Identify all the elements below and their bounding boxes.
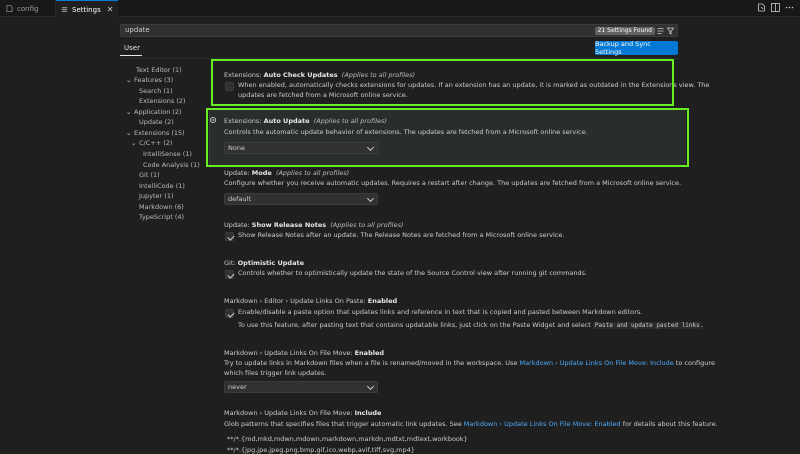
settings-found-badge: 21 Settings Found	[594, 27, 655, 35]
tab-user[interactable]: User	[124, 44, 140, 52]
toc-item-extensions[interactable]: Extensions (2)	[139, 97, 186, 105]
split-editor-icon[interactable]	[771, 3, 780, 12]
chevron-down-icon: ⌄	[131, 139, 137, 147]
release-notes-desc: Show Release Notes after an update. The …	[238, 231, 565, 239]
toc-item-update[interactable]: Update (2)	[139, 118, 174, 126]
close-icon[interactable]: ✕	[107, 5, 114, 14]
tab-bar: config Settings ✕	[0, 0, 800, 18]
chevron-down-icon	[366, 382, 375, 391]
chevron-down-icon: ⌄	[126, 108, 132, 116]
toc-item-jupyter[interactable]: Jupyter (1)	[139, 192, 174, 200]
file-icon	[6, 5, 13, 12]
setting-git-optimistic-update: Git: Optimistic Update	[224, 259, 304, 267]
clear-filter-icon[interactable]	[657, 27, 664, 35]
md-file-move-select[interactable]: never	[224, 381, 378, 393]
tab-config-label: config	[17, 4, 39, 13]
md-paste-desc: Enable/disable a paste option that updat…	[238, 308, 704, 329]
backup-sync-button[interactable]: Backup and Sync Settings	[595, 40, 678, 56]
search-value: update	[125, 26, 150, 34]
update-mode-select[interactable]: default	[224, 193, 378, 205]
settings-icon	[61, 7, 68, 12]
toc-item-markdown[interactable]: Markdown (6)	[139, 203, 184, 211]
setting-show-release-notes: Update: Show Release Notes (Applies to a…	[224, 221, 404, 229]
toc-item-cpp[interactable]: ⌄ C/C++ (2)	[131, 139, 172, 147]
toc-item-git[interactable]: Git (1)	[139, 171, 160, 179]
chevron-down-icon	[366, 194, 375, 203]
filter-icon[interactable]	[667, 27, 674, 35]
md-file-move-desc: Try to update links in Markdown files wh…	[224, 359, 715, 377]
toc-item-typescript[interactable]: TypeScript (4)	[139, 213, 184, 221]
setting-update-mode: Update: Mode (Applies to all profiles)	[224, 169, 350, 177]
highlight-auto-check	[211, 59, 674, 106]
chevron-down-icon: ⌄	[126, 76, 132, 84]
toc-item-search[interactable]: Search (1)	[139, 87, 173, 95]
tab-settings[interactable]: Settings ✕	[56, 0, 118, 18]
tab-config[interactable]: config	[0, 0, 56, 17]
toc-item-extensions-group[interactable]: ⌄ Extensions (15)	[126, 129, 185, 137]
toc-item-code-analysis[interactable]: Code Analysis (1)	[143, 161, 200, 169]
toc-item-text-editor[interactable]: Text Editor (1)	[136, 66, 182, 74]
update-mode-desc: Configure whether you receive automatic …	[224, 179, 682, 187]
git-optimistic-desc: Controls whether to optimistically updat…	[238, 269, 588, 277]
setting-md-links-on-paste: Markdown › Editor › Update Links On Past…	[224, 297, 398, 305]
toc-item-application[interactable]: ⌄ Application (2)	[126, 108, 182, 116]
settings-search-input[interactable]: update 21 Settings Found	[120, 24, 678, 37]
more-actions-icon[interactable]	[785, 3, 794, 12]
tab-settings-label: Settings	[72, 5, 101, 14]
paste-option-code: Paste and update pasted links	[592, 321, 702, 329]
toc-item-intellicode[interactable]: IntelliCode (1)	[139, 182, 185, 190]
md-paste-checkbox[interactable]	[225, 309, 234, 318]
release-notes-checkbox[interactable]	[225, 232, 234, 241]
git-optimistic-checkbox[interactable]	[225, 270, 234, 279]
md-include-pattern-2[interactable]: **/*.{jpg,jpe,jpeg,png,bmp,gif,ico,webp,…	[227, 446, 415, 454]
md-file-move-enabled-link[interactable]: Markdown › Update Links On File Move: En…	[464, 420, 621, 428]
open-settings-json-icon[interactable]	[757, 3, 766, 12]
md-include-desc: Glob patterns that specifies files that …	[224, 420, 718, 428]
md-include-pattern-1[interactable]: **/*.{md,mkd,mdwn,mdown,markdown,markdn,…	[227, 435, 468, 445]
toc-item-intellisense[interactable]: IntelliSense (1)	[143, 150, 192, 158]
md-file-move-include-link[interactable]: Markdown › Update Links On File Move: In…	[519, 359, 673, 367]
toc-item-features[interactable]: ⌄ Features (3)	[126, 76, 173, 84]
setting-md-file-move-enabled: Markdown › Update Links On File Move: En…	[224, 349, 385, 357]
setting-md-file-move-include: Markdown › Update Links On File Move: In…	[224, 409, 382, 417]
active-tab-indicator	[120, 55, 142, 56]
chevron-down-icon: ⌄	[126, 129, 132, 137]
highlight-auto-update	[206, 108, 689, 167]
